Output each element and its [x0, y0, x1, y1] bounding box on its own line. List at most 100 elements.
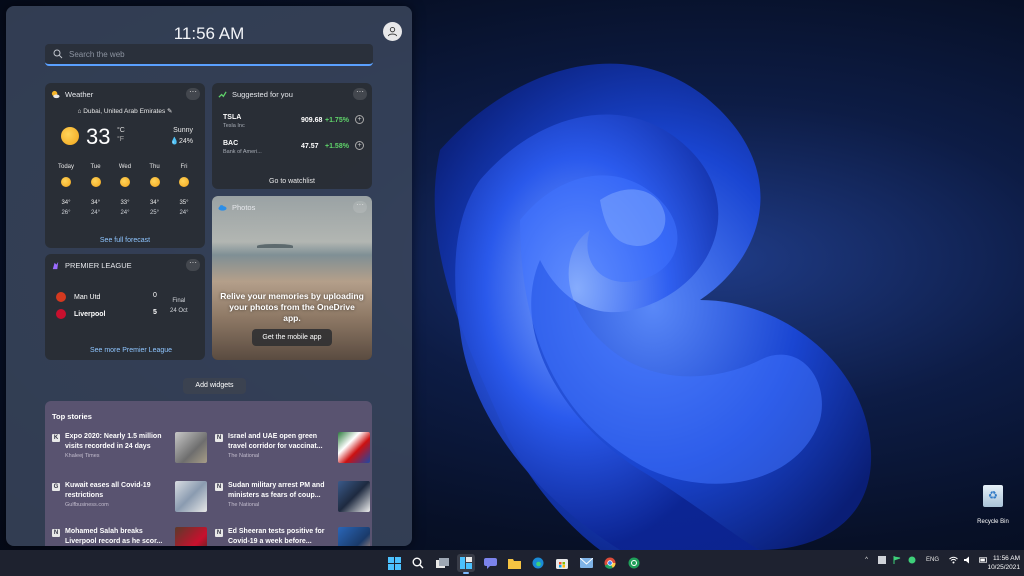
volume-icon[interactable] — [964, 555, 973, 564]
taskbar-date: 10/25/2021 — [987, 564, 1020, 571]
story-source: Gulfbusiness.com — [65, 502, 109, 508]
add-to-watchlist-icon[interactable]: + — [355, 115, 364, 124]
store-icon[interactable] — [553, 554, 571, 572]
story-item[interactable]: K Expo 2020: Nearly 1.5 million visits r… — [52, 432, 210, 468]
unit-fahrenheit[interactable]: °F — [117, 136, 124, 143]
match-status: Final — [172, 298, 186, 304]
premier-league-icon — [52, 261, 59, 270]
weather-condition: Sunny — [173, 127, 193, 134]
tray-flag-icon[interactable] — [892, 555, 901, 564]
edge-icon[interactable] — [529, 554, 547, 572]
search-input[interactable] — [69, 49, 359, 59]
liverpool-crest-icon — [56, 309, 66, 319]
add-to-watchlist-icon[interactable]: + — [355, 141, 364, 150]
forecast-day: Today 34° 26° — [57, 164, 74, 216]
story-source: Khaleej Times — [65, 453, 100, 459]
home-score: 0 — [153, 292, 157, 299]
story-headline: Expo 2020: Nearly 1.5 million visits rec… — [65, 433, 162, 450]
stocks-more-button[interactable]: ··· — [353, 88, 367, 100]
team-name: Liverpool — [74, 310, 106, 318]
weather-precip: 24% — [178, 138, 193, 145]
stock-price: 909.68 — [301, 117, 323, 124]
forecast-day: Thu 34° 25° — [149, 164, 160, 216]
tray-green-icon[interactable] — [907, 555, 916, 564]
story-source: The National — [228, 453, 260, 459]
unit-celsius[interactable]: °C — [117, 127, 125, 134]
source-icon: G — [52, 483, 60, 491]
browser-icon[interactable] — [625, 554, 643, 572]
see-more-premier-league-link[interactable]: See more Premier League — [45, 347, 217, 354]
task-view-icon[interactable] — [433, 554, 451, 572]
chevron-up-icon[interactable]: ^ — [862, 555, 871, 564]
weather-card[interactable]: Weather ··· ⌂ Dubai, United Arab Emirate… — [45, 83, 205, 248]
story-item[interactable]: N Israel and UAE open green travel corri… — [215, 432, 372, 468]
onedrive-cloud-icon — [218, 205, 227, 211]
forecast-day: Tue 34° 24° — [90, 164, 101, 216]
story-item[interactable]: N Mohamed Salah breaks Liverpool record … — [52, 527, 210, 546]
see-full-forecast-link[interactable]: See full forecast — [45, 237, 205, 244]
story-item[interactable]: N Ed Sheeran tests positive for Covid-19… — [215, 527, 372, 546]
recycle-bin-label: Recycle Bin — [977, 519, 1009, 525]
raindrop-icon: 💧 — [170, 138, 179, 145]
wifi-icon[interactable] — [949, 555, 958, 564]
stock-price: 47.57 — [301, 143, 319, 150]
forecast-day: Wed 33° 24° — [118, 164, 132, 216]
stock-change: +1.58% — [325, 143, 349, 150]
story-thumbnail — [338, 527, 370, 546]
source-icon: N — [215, 434, 223, 442]
story-item[interactable]: N Sudan military arrest PM and ministers… — [215, 481, 372, 517]
league-more-button[interactable]: ··· — [186, 259, 200, 271]
source-icon: N — [52, 529, 60, 537]
user-avatar[interactable] — [383, 22, 402, 41]
sunny-icon — [179, 177, 189, 187]
tray-app-icon[interactable] — [877, 555, 886, 564]
stocks-title: Suggested for you — [232, 90, 293, 99]
taskbar-time: 11:56 AM — [993, 555, 1020, 562]
mail-icon[interactable] — [577, 554, 595, 572]
source-icon: K — [52, 434, 60, 442]
add-widgets-button[interactable]: Add widgets — [183, 378, 246, 394]
taskbar-clock[interactable]: 11:56 AM 10/25/2021 — [976, 554, 1020, 572]
story-thumbnail — [175, 481, 207, 512]
top-stories-card: Top stories K Expo 2020: Nearly 1.5 mill… — [45, 401, 372, 546]
team-name: Man Utd — [74, 293, 101, 301]
get-mobile-app-button[interactable]: Get the mobile app — [252, 329, 332, 346]
photos-more-button[interactable]: ··· — [353, 201, 367, 213]
panel-time: 11:56 AM — [173, 24, 245, 43]
photos-title: Photos — [232, 203, 256, 212]
story-thumbnail — [338, 481, 370, 512]
stocks-card[interactable]: Suggested for you ··· TSLA Tesla Inc 909… — [212, 83, 372, 189]
top-stories-title: Top stories — [52, 412, 92, 421]
story-headline: Kuwait eases all Covid-19 restrictions — [65, 482, 151, 499]
match-date: 24 Oct — [170, 308, 188, 314]
premier-league-card[interactable]: PREMIER LEAGUE ··· Man Utd 0 Liverpool 5… — [45, 254, 205, 360]
windows-start-icon[interactable] — [385, 554, 403, 572]
story-headline: Sudan military arrest PM and ministers a… — [228, 482, 325, 499]
team-home: Man Utd — [56, 292, 100, 302]
edit-location-icon[interactable]: ✎ — [167, 108, 172, 115]
web-search-box[interactable] — [45, 44, 373, 66]
file-explorer-icon[interactable] — [505, 554, 523, 572]
stock-row[interactable]: TSLA Tesla Inc 909.68 +1.75% + — [223, 114, 364, 129]
sunny-icon — [90, 177, 101, 187]
sunny-icon — [61, 127, 79, 145]
language-indicator[interactable]: ENG — [926, 557, 939, 563]
weather-sun-cloud-icon — [51, 90, 60, 99]
story-item[interactable]: G Kuwait eases all Covid-19 restrictions… — [52, 481, 210, 517]
photos-card[interactable]: Photos ··· Relive your memories by uploa… — [212, 196, 372, 360]
go-to-watchlist-link[interactable]: Go to watchlist — [212, 178, 372, 185]
forecast-row: Today 34° 26° Tue 34° 24° Wed 33° 24° Thu 34° 25… — [55, 164, 195, 218]
search-icon[interactable] — [409, 554, 427, 572]
league-title: PREMIER LEAGUE — [65, 261, 132, 270]
widgets-icon[interactable] — [457, 554, 475, 574]
stock-change: +1.75% — [325, 117, 349, 124]
story-source: The National — [228, 502, 260, 508]
weather-location: Dubai, United Arab Emirates — [83, 108, 166, 115]
chat-icon[interactable] — [481, 554, 499, 572]
recycle-bin[interactable]: Recycle Bin — [973, 485, 1013, 528]
chrome-icon[interactable] — [601, 554, 619, 572]
stock-row[interactable]: BAC Bank of Ameri... 47.57 +1.58% + — [223, 140, 364, 155]
team-away: Liverpool — [56, 309, 106, 319]
weather-title: Weather — [65, 90, 94, 99]
weather-more-button[interactable]: ··· — [186, 88, 200, 100]
